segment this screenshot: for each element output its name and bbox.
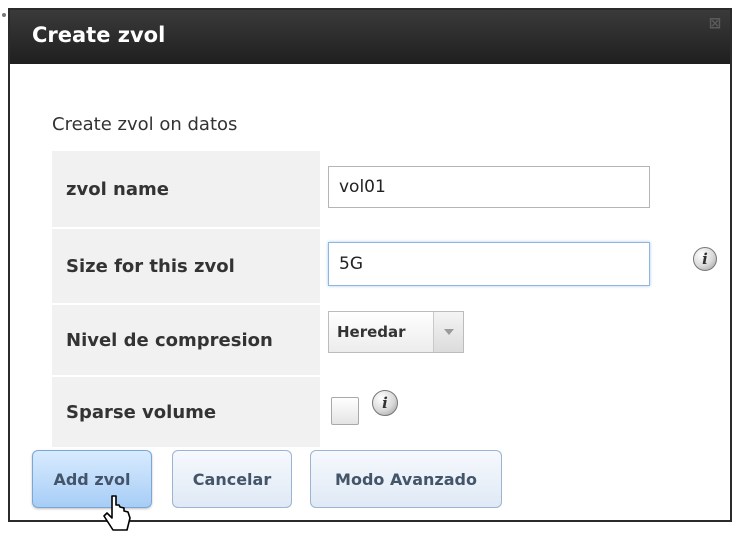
mouse-pointer-icon (103, 495, 131, 531)
info-icon[interactable]: i (372, 390, 398, 416)
advanced-mode-button[interactable]: Modo Avanzado (310, 450, 502, 508)
compression-label: Nivel de compresion (52, 305, 320, 375)
edge-marker (2, 13, 6, 17)
size-label: Size for this zvol (52, 229, 320, 303)
dialog-subtitle: Create zvol on datos (52, 114, 238, 135)
info-icon[interactable]: i (693, 247, 717, 271)
zvol-name-label: zvol name (52, 151, 320, 227)
chevron-down-icon[interactable] (433, 312, 463, 352)
dialog-title: Create zvol (32, 23, 166, 47)
size-input[interactable] (328, 242, 650, 286)
sparse-volume-checkbox[interactable] (331, 397, 359, 425)
create-zvol-dialog: Create zvol ⊠ Create zvol on datos zvol … (8, 8, 732, 531)
compression-selected-value: Heredar (337, 323, 406, 341)
close-icon[interactable]: ⊠ (708, 16, 722, 31)
sparse-volume-label: Sparse volume (52, 377, 320, 447)
cancel-button[interactable]: Cancelar (172, 450, 292, 508)
compression-select[interactable]: Heredar (328, 311, 464, 353)
zvol-name-input[interactable] (328, 166, 650, 208)
dialog-titlebar: Create zvol ⊠ (10, 10, 730, 64)
